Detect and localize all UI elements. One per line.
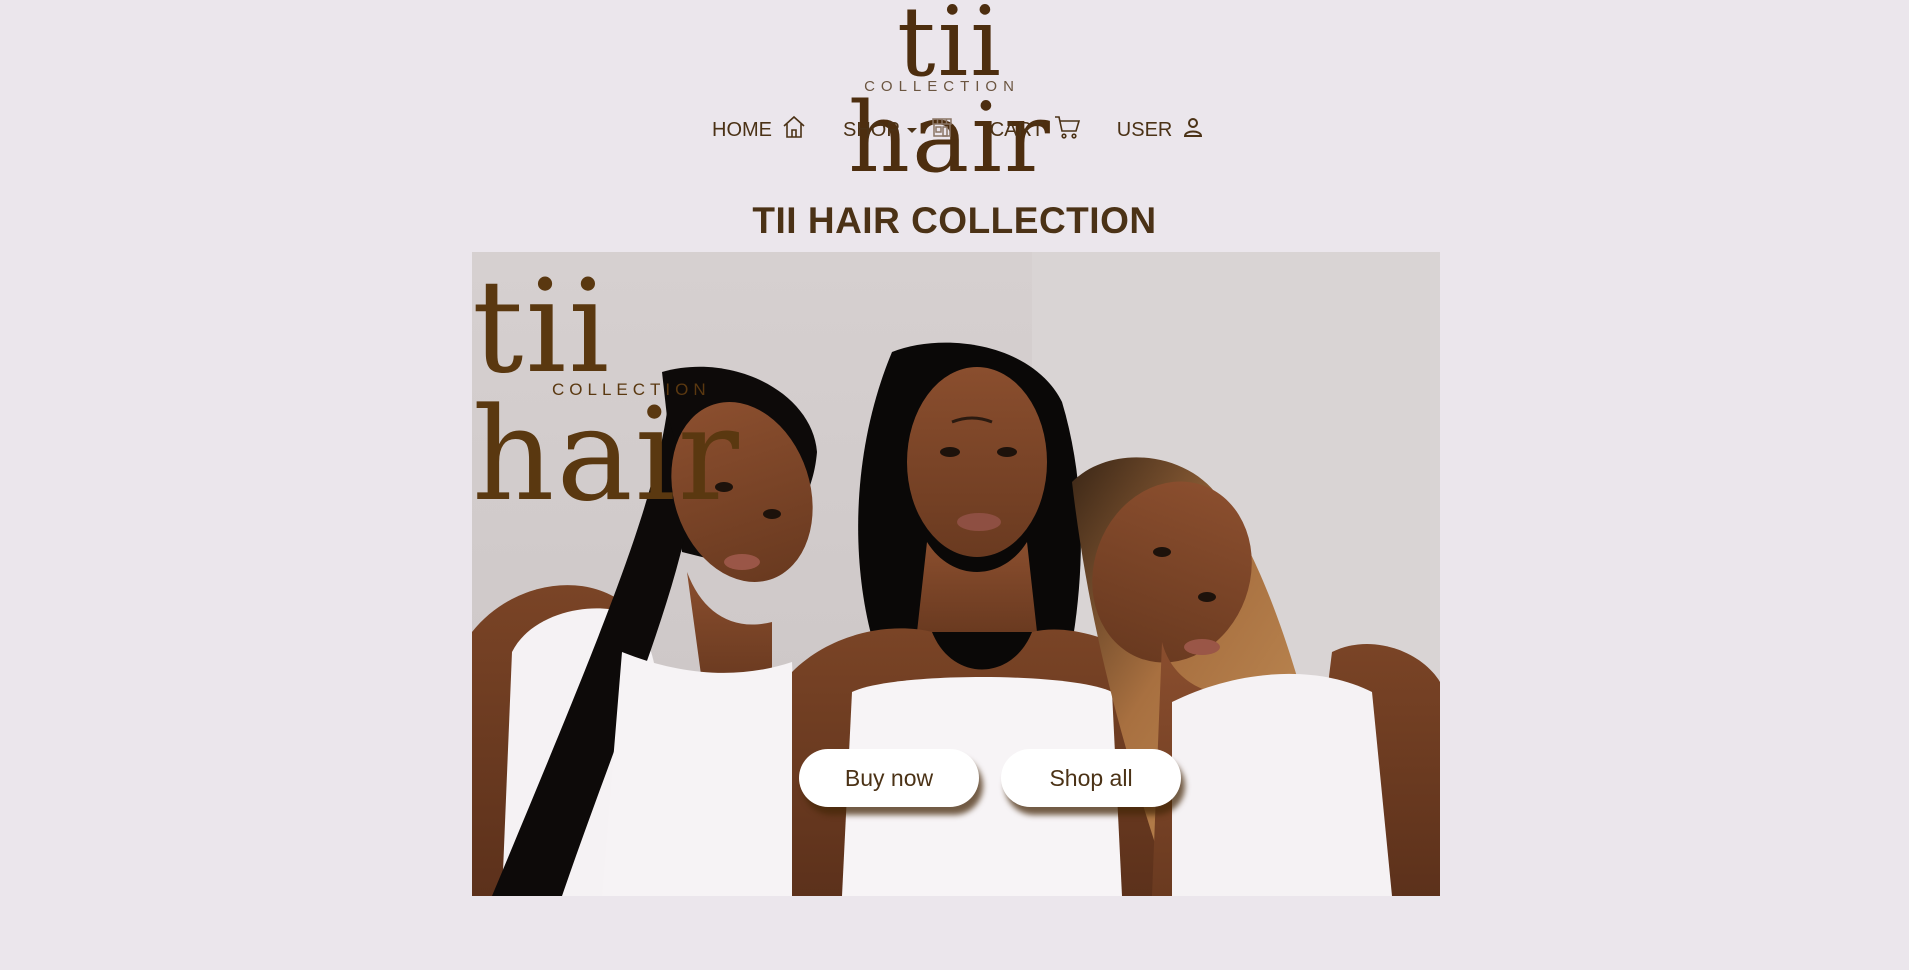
page-title: TII HAIR COLLECTION	[752, 200, 1157, 241]
store-icon	[930, 115, 954, 145]
site-header: tii hair COLLECTION HOME SHOP CART USER	[0, 0, 1909, 186]
brand-logo[interactable]: tii hair COLLECTION	[790, 0, 1110, 186]
nav-shop-label: SHOP	[843, 118, 900, 141]
home-icon	[781, 114, 807, 146]
shop-all-button[interactable]: Shop all	[1001, 749, 1181, 807]
hero-banner: tii hair COLLECTION Buy now Shop all	[472, 252, 1440, 896]
chevron-down-icon	[906, 127, 917, 133]
nav-cart[interactable]: CART	[990, 114, 1081, 146]
nav-user-label: USER	[1116, 118, 1173, 141]
user-icon	[1181, 115, 1205, 145]
hero-logo-subtitle: COLLECTION	[552, 380, 711, 399]
nav-shop[interactable]: SHOP	[843, 115, 954, 145]
nav-user[interactable]: USER	[1117, 115, 1206, 145]
nav-home-label: HOME	[712, 118, 772, 141]
nav-home[interactable]: HOME	[712, 114, 807, 146]
hero-logo: tii hair COLLECTION	[472, 264, 892, 520]
main-nav: HOME SHOP CART USER	[712, 114, 1205, 146]
hero-buttons: Buy now Shop all	[799, 749, 1181, 807]
logo-subtitle: COLLECTION	[864, 78, 1020, 95]
nav-cart-label: CART	[989, 118, 1044, 141]
buy-now-button[interactable]: Buy now	[799, 749, 979, 807]
cart-icon	[1053, 114, 1081, 146]
